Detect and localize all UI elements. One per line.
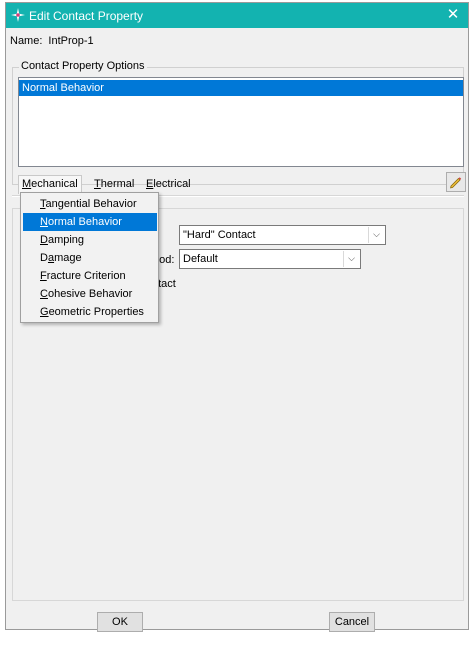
constraint-method-value: Default: [183, 253, 218, 265]
cancel-button[interactable]: Cancel: [329, 612, 375, 632]
edit-button[interactable]: [446, 172, 466, 192]
contact-property-options-label: Contact Property Options: [19, 60, 147, 72]
list-item[interactable]: Normal Behavior: [19, 80, 463, 96]
name-value: IntProp-1: [48, 35, 94, 47]
pressure-overclosure-value: "Hard" Contact: [183, 229, 256, 241]
ok-button[interactable]: OK: [97, 612, 143, 632]
chevron-down-icon[interactable]: ⌵: [368, 227, 384, 243]
menu-item-normal-behavior[interactable]: Normal Behavior: [23, 213, 157, 231]
menu-item-geometric-properties[interactable]: Geometric Properties: [23, 303, 157, 321]
menu-item-cohesive-behavior[interactable]: Cohesive Behavior: [23, 285, 157, 303]
title-bar[interactable]: Edit Contact Property ✕: [6, 3, 468, 28]
menu-item-damping[interactable]: Damping: [23, 231, 157, 249]
mechanical-dropdown-menu: Tangential Behavior Normal Behavior Damp…: [20, 192, 159, 323]
contact-property-options-list[interactable]: Normal Behavior: [18, 77, 464, 167]
close-icon[interactable]: ✕: [442, 5, 464, 25]
menu-item-fracture-criterion[interactable]: Fracture Criterion: [23, 267, 157, 285]
menu-item-damage[interactable]: Damage: [23, 249, 157, 267]
name-row: Name: IntProp-1: [10, 35, 94, 47]
name-label: Name:: [10, 35, 43, 47]
edit-contact-property-dialog: Edit Contact Property ✕ Name: IntProp-1 C…: [5, 2, 469, 632]
menu-item-tangential-behavior[interactable]: Tangential Behavior: [23, 195, 157, 213]
pressure-overclosure-combo[interactable]: "Hard" Contact ⌵: [179, 225, 386, 245]
pencil-icon: [450, 177, 462, 189]
abaqus-star-icon: [11, 8, 25, 22]
constraint-method-combo[interactable]: Default ⌵: [179, 249, 361, 269]
chevron-down-icon[interactable]: ⌵: [343, 251, 359, 267]
menu-thermal[interactable]: Thermal: [91, 175, 137, 193]
window-title: Edit Contact Property: [29, 9, 144, 23]
menu-mnemonic: M: [22, 178, 32, 190]
menu-electrical[interactable]: Electrical: [143, 175, 194, 193]
